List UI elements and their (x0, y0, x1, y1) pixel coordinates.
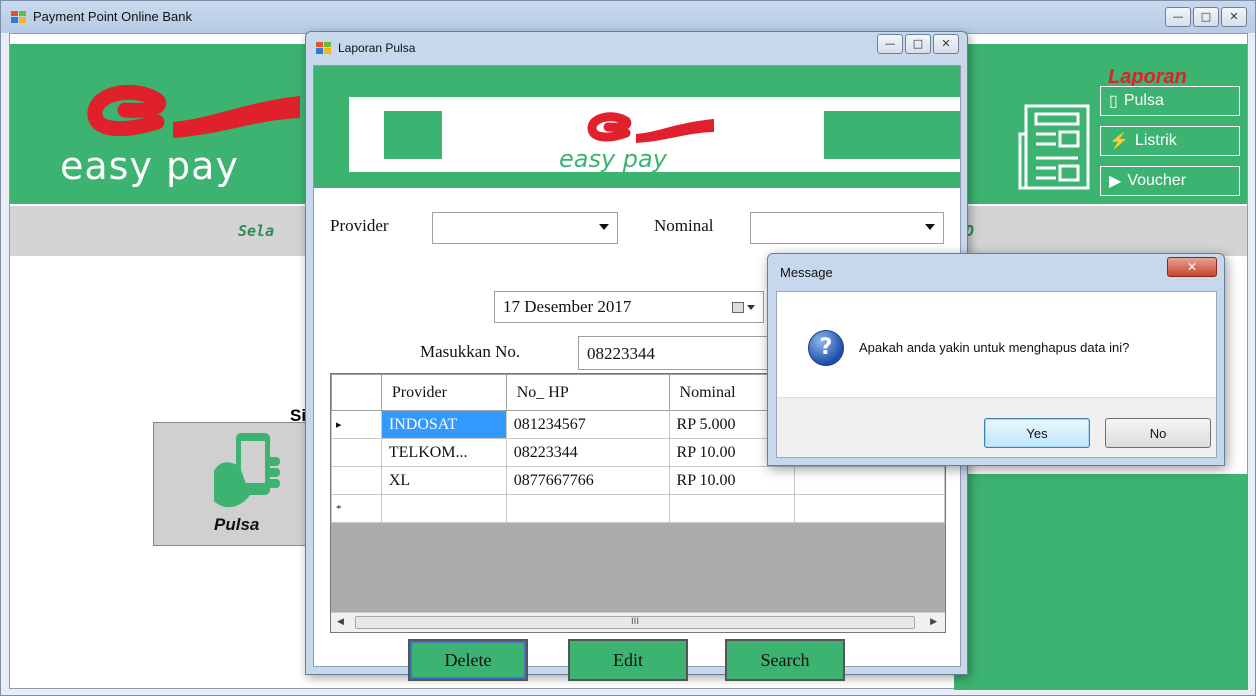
easypay-logo-icon (87, 84, 300, 138)
laporan-pulsa-label: Pulsa (1123, 92, 1164, 109)
main-titlebar: Payment Point Online Bank — □ ✕ (1, 1, 1255, 33)
close-button[interactable]: ✕ (933, 34, 959, 54)
scroll-left-icon[interactable]: ◀ (337, 617, 344, 627)
new-row-icon[interactable]: * (331, 494, 382, 523)
marquee-text-left: Sela (238, 222, 275, 240)
banner-block-left (384, 111, 442, 159)
maximize-button[interactable]: □ (905, 34, 931, 54)
table-cell[interactable]: TELKOM... (380, 438, 507, 467)
gamepad-icon: ▶ (1109, 173, 1122, 190)
yes-button[interactable]: Yes (984, 418, 1090, 448)
easypay-logo-icon (587, 112, 714, 143)
table-cell[interactable]: 08223344 (505, 438, 670, 467)
hand-phone-icon (214, 433, 280, 508)
bolt-icon: ⚡ (1109, 133, 1129, 150)
message-dialog-title: Message (780, 265, 833, 280)
chevron-down-icon (599, 224, 609, 230)
laporan-listrik-button[interactable]: ⚡ Listrik (1100, 126, 1240, 156)
app-icon (11, 11, 26, 23)
message-dialog-body: ? Apakah anda yakin untuk menghapus data… (776, 291, 1217, 458)
no-button[interactable]: No (1105, 418, 1211, 448)
maximize-button[interactable]: □ (1193, 7, 1219, 27)
column-header-no-hp[interactable]: No_ HP (505, 374, 670, 411)
table-cell[interactable] (505, 494, 670, 523)
masukkan-label: Masukkan No. (420, 342, 521, 361)
question-icon: ? (808, 330, 844, 366)
delete-button[interactable]: Delete (408, 639, 528, 681)
phone-icon: ▯ (1109, 93, 1118, 110)
pulsa-tile-button[interactable]: Pulsa (153, 422, 313, 546)
edit-button[interactable]: Edit (568, 639, 688, 681)
scroll-thumb[interactable]: III (355, 616, 915, 629)
minimize-button[interactable]: — (877, 34, 903, 54)
table-cell[interactable] (380, 494, 507, 523)
right-green-panel (954, 474, 1248, 690)
laporan-voucher-label: Voucher (1127, 172, 1187, 189)
table-cell[interactable]: 081234567 (505, 410, 670, 439)
row-selector-icon[interactable]: ▸ (331, 410, 382, 439)
chevron-down-icon (925, 224, 935, 230)
column-header-provider[interactable]: Provider (380, 374, 507, 411)
row-header-corner (331, 374, 382, 411)
newspaper-icon (1018, 104, 1090, 190)
table-cell[interactable]: RP 10.00 (668, 466, 796, 495)
table-cell[interactable]: XL (380, 466, 507, 495)
close-button[interactable]: ✕ (1167, 257, 1217, 277)
table-cell[interactable]: INDOSAT (380, 410, 507, 439)
table-cell[interactable] (668, 494, 796, 523)
nominal-dropdown[interactable] (750, 212, 944, 244)
table-row[interactable]: XL 0877667766 RP 10.00 (331, 466, 945, 495)
horizontal-scrollbar[interactable]: ◀ III ▶ (331, 612, 945, 632)
main-window-title: Payment Point Online Bank (33, 9, 192, 24)
date-value: 17 Desember 2017 (503, 297, 632, 316)
pulsa-tile-label: Pulsa (214, 515, 260, 534)
provider-label: Provider (330, 216, 389, 235)
laporan-banner: easy pay (314, 66, 960, 188)
laporan-window-title: Laporan Pulsa (338, 41, 416, 55)
row-header[interactable] (331, 438, 382, 467)
banner-block-right (824, 111, 960, 159)
laporan-pulsa-button[interactable]: ▯ Pulsa (1100, 86, 1240, 116)
logo-text: easy pay (60, 144, 239, 188)
message-text: Apakah anda yakin untuk menghapus data i… (859, 340, 1130, 355)
minimize-button[interactable]: — (1165, 7, 1191, 27)
table-cell[interactable]: 0877667766 (505, 466, 670, 495)
laporan-listrik-label: Listrik (1134, 132, 1177, 149)
table-row-new[interactable]: * (331, 494, 945, 523)
message-dialog: Message ✕ ? Apakah anda yakin untuk meng… (767, 253, 1225, 466)
phone-number-input[interactable]: 08223344 (578, 336, 778, 370)
row-header[interactable] (331, 466, 382, 495)
provider-dropdown[interactable] (432, 212, 618, 244)
app-icon (316, 42, 331, 54)
chevron-down-icon (747, 305, 755, 310)
laporan-logo-text: easy pay (559, 145, 667, 173)
laporan-voucher-button[interactable]: ▶ Voucher (1100, 166, 1240, 196)
nominal-label: Nominal (654, 216, 714, 235)
calendar-icon (732, 302, 744, 313)
close-button[interactable]: ✕ (1221, 7, 1247, 27)
search-button[interactable]: Search (725, 639, 845, 681)
scroll-right-icon[interactable]: ▶ (930, 617, 937, 627)
message-dialog-footer: Yes No (777, 397, 1216, 457)
date-picker[interactable]: 17 Desember 2017 (494, 291, 764, 323)
